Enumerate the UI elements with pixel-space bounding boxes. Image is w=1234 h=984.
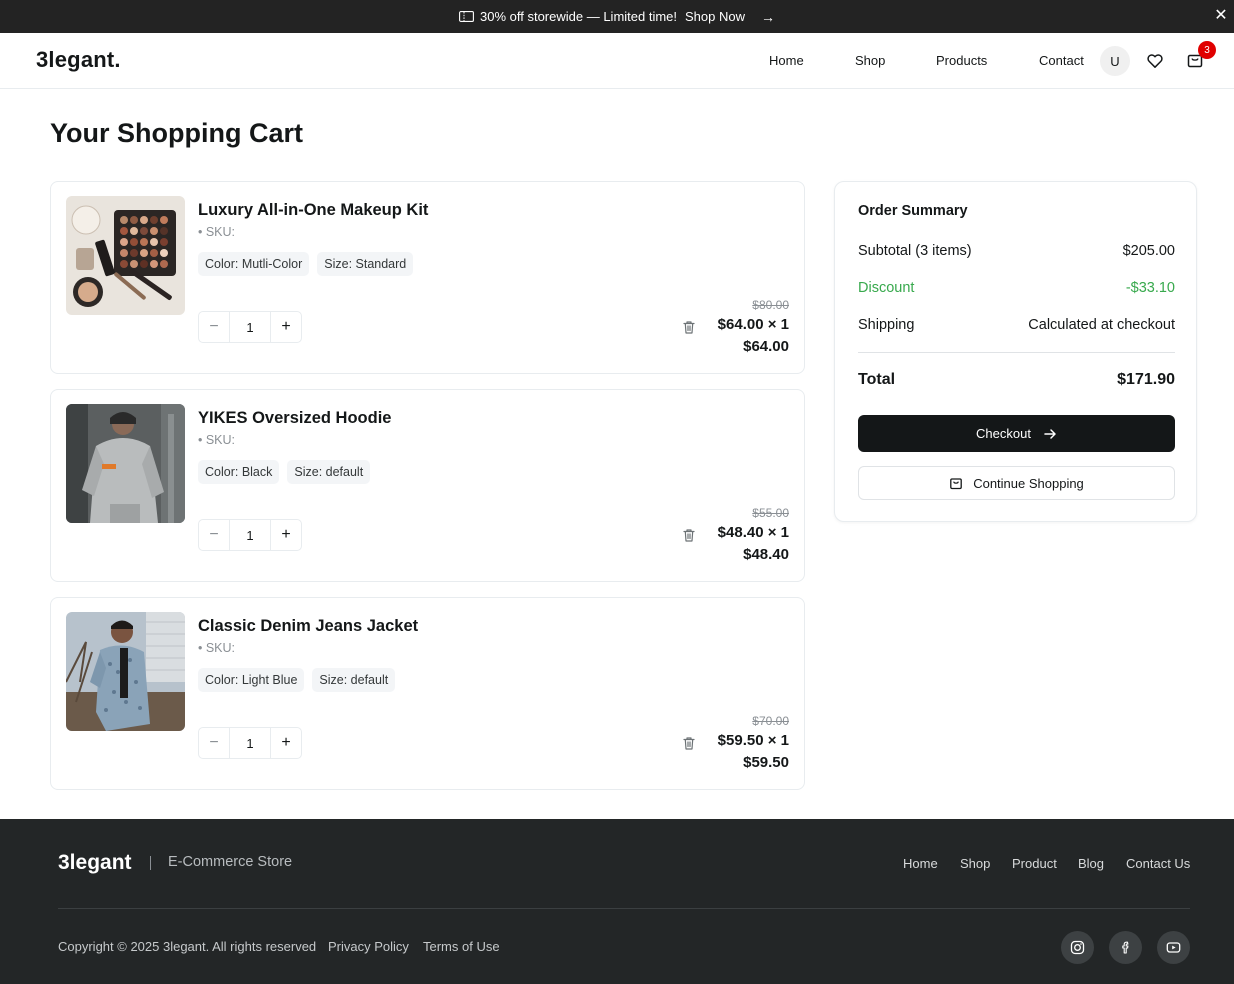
line-total: $64.00 [743,338,789,355]
product-image-hoodie[interactable] [66,404,185,523]
announcement-bar: 30% off storewide — Limited time! Shop N… [0,0,1234,33]
discount-row: Discount -$33.10 [858,280,1175,296]
total-value: $171.90 [1117,371,1175,388]
product-name[interactable]: YIKES Oversized Hoodie [198,409,391,428]
trash-icon[interactable] [681,527,697,543]
quantity-stepper: − 1 + [198,311,302,343]
close-icon[interactable]: ✕ [1213,8,1229,24]
privacy-policy-link[interactable]: Privacy Policy [328,939,409,954]
shipping-row: Shipping Calculated at checkout [858,317,1175,333]
discount-value: -$33.10 [1125,280,1175,296]
subtotal-label: Subtotal (3 items) [858,243,972,259]
size-chip: Size: default [287,460,371,484]
nav-products[interactable]: Products [936,53,987,68]
product-attributes: Color: Light Blue Size: default [198,668,396,692]
product-name[interactable]: Classic Denim Jeans Jacket [198,617,418,636]
product-sku: • SKU: [198,641,236,655]
checkout-label: Checkout [976,426,1031,441]
checkout-button[interactable]: Checkout [858,415,1175,452]
original-price: $80.00 [752,298,789,312]
footer-link-shop[interactable]: Shop [960,856,990,871]
color-chip: Color: Black [198,460,280,484]
quantity-input[interactable]: 1 [229,312,271,342]
continue-shopping-label: Continue Shopping [973,475,1084,491]
facebook-icon[interactable] [1109,931,1142,964]
shop-now-link[interactable]: Shop Now [685,9,745,24]
color-chip: Color: Mutli-Color [198,252,310,276]
arrow-right-icon [1044,428,1056,439]
footer-tagline: E-Commerce Store [168,854,293,870]
decrease-quantity-button[interactable]: − [199,312,229,342]
summary-divider [858,352,1175,353]
trash-icon[interactable] [681,319,697,335]
site-footer: 3legant E-Commerce Store Home Shop Produ… [0,819,1234,984]
site-header: 3legant. Home Shop Products Contact U 3 [0,33,1234,89]
order-summary: Order Summary Subtotal (3 items) $205.00… [834,181,1197,522]
footer-link-product[interactable]: Product [1012,856,1057,871]
discount-label: Discount [858,280,915,296]
total-label: Total [858,371,896,388]
cart-count-badge: 3 [1198,41,1216,59]
shipping-value: Calculated at checkout [1028,317,1175,333]
main-nav: Home Shop Products Contact U 3 [0,33,1234,89]
nav-contact[interactable]: Contact [1039,53,1084,68]
footer-link-contact[interactable]: Contact Us [1126,856,1190,871]
arrow-right-icon[interactable]: → [761,9,775,25]
unit-price: $48.40 × 1 [717,524,789,541]
size-chip: Size: Standard [317,252,414,276]
footer-separator [150,856,151,870]
shopping-bag-icon [950,478,963,490]
trash-icon[interactable] [681,735,697,751]
color-chip: Color: Light Blue [198,668,305,692]
copyright-text: Copyright © 2025 3legant. All rights res… [58,939,317,954]
quantity-input[interactable]: 1 [229,728,271,758]
original-price: $70.00 [752,714,789,728]
quantity-stepper: − 1 + [198,727,302,759]
announcement-promo: 30% off storewide — Limited time! Shop N… [459,9,775,25]
cart-item: YIKES Oversized Hoodie • SKU: Color: Bla… [50,389,805,582]
decrease-quantity-button[interactable]: − [199,520,229,550]
footer-logo[interactable]: 3legant [58,851,132,875]
total-row: Total $171.90 [858,371,1175,389]
user-avatar[interactable]: U [1100,46,1130,76]
continue-shopping-button[interactable]: Continue Shopping [858,466,1175,500]
increase-quantity-button[interactable]: + [271,520,301,550]
size-chip: Size: default [312,668,396,692]
product-attributes: Color: Mutli-Color Size: Standard [198,252,414,276]
subtotal-value: $205.00 [1122,243,1175,259]
subtotal-row: Subtotal (3 items) $205.00 [858,243,1175,259]
line-total: $59.50 [743,754,789,771]
heart-icon[interactable] [1146,52,1164,70]
footer-divider [58,908,1190,909]
increase-quantity-button[interactable]: + [271,312,301,342]
product-sku: • SKU: [198,225,236,239]
announcement-text: 30% off storewide — Limited time! [480,9,678,24]
increase-quantity-button[interactable]: + [271,728,301,758]
decrease-quantity-button[interactable]: − [199,728,229,758]
page-title: Your Shopping Cart [50,118,303,148]
unit-price: $64.00 × 1 [717,316,789,333]
product-name[interactable]: Luxury All-in-One Makeup Kit [198,201,428,220]
cart-item: Luxury All-in-One Makeup Kit • SKU: Colo… [50,181,805,374]
line-total: $48.40 [743,546,789,563]
unit-price: $59.50 × 1 [717,732,789,749]
footer-link-blog[interactable]: Blog [1078,856,1104,871]
quantity-stepper: − 1 + [198,519,302,551]
product-sku: • SKU: [198,433,236,447]
nav-home[interactable]: Home [769,53,804,68]
original-price: $55.00 [752,506,789,520]
product-image-denim-jacket[interactable] [66,612,185,731]
product-image-makeup-kit[interactable] [66,196,185,315]
nav-shop[interactable]: Shop [855,53,885,68]
order-summary-title: Order Summary [858,203,968,219]
product-attributes: Color: Black Size: default [198,460,371,484]
instagram-icon[interactable] [1061,931,1094,964]
ticket-icon [459,11,474,22]
cart-item: Classic Denim Jeans Jacket • SKU: Color:… [50,597,805,790]
youtube-icon[interactable] [1157,931,1190,964]
terms-of-use-link[interactable]: Terms of Use [423,939,500,954]
footer-link-home[interactable]: Home [903,856,938,871]
shipping-label: Shipping [858,317,915,333]
quantity-input[interactable]: 1 [229,520,271,550]
